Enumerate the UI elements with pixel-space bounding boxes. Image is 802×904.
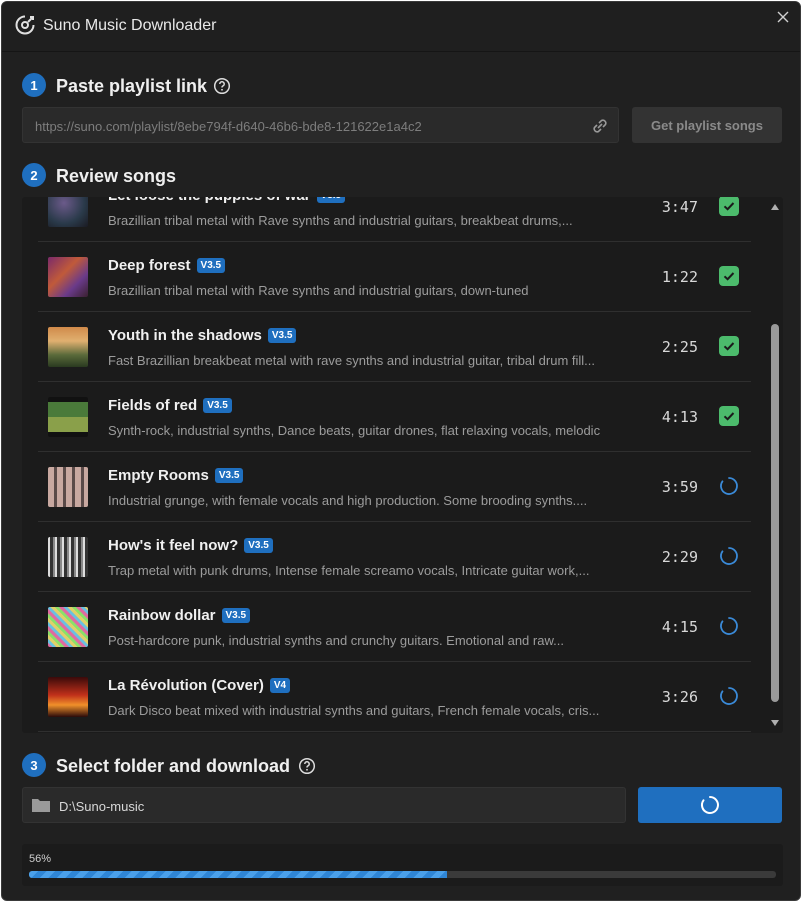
model-version-badge: V3.5: [316, 197, 346, 203]
song-title: Empty Rooms: [108, 467, 209, 484]
song-description: Brazillian tribal metal with Rave synths…: [108, 213, 573, 228]
song-thumbnail: [48, 677, 88, 717]
model-version-badge: V3.5: [221, 608, 251, 623]
scroll-thumb[interactable]: [771, 324, 779, 702]
app-logo-icon: [15, 15, 35, 35]
loading-spinner-icon: [700, 796, 719, 814]
song-title-line: Youth in the shadows V3.5: [108, 327, 297, 344]
close-icon[interactable]: [772, 6, 794, 28]
song-title: Fields of red: [108, 397, 198, 414]
playlist-url-value: https://suno.com/playlist/8ebe794f-d640-…: [35, 119, 422, 134]
title-bar: Suno Music Downloader: [2, 2, 800, 52]
song-row[interactable]: Let loose the puppies of war V3.5 Brazilli…: [38, 197, 751, 242]
song-list-panel: Let loose the puppies of war V3.5 Brazilli…: [22, 197, 783, 733]
song-row[interactable]: How's it feel now? V3.5 Trap metal with pu…: [38, 522, 751, 592]
song-description: Post-hardcore punk, industrial synths an…: [108, 633, 564, 648]
window-title: Suno Music Downloader: [43, 17, 217, 34]
step-1-number: 1: [22, 73, 46, 97]
check-icon: [719, 197, 739, 216]
song-title: How's it feel now?: [108, 537, 239, 554]
song-list: Let loose the puppies of war V3.5 Brazilli…: [38, 197, 751, 732]
folder-icon: [32, 799, 50, 812]
progress-panel: 56%: [22, 844, 783, 886]
step-3-number: 3: [22, 753, 46, 777]
song-thumbnail: [48, 397, 88, 437]
check-icon: [719, 266, 739, 286]
song-description: Fast Brazillian breakbeat metal with rav…: [108, 353, 595, 368]
step-2-number: 2: [22, 163, 46, 187]
song-row[interactable]: Rainbow dollar V3.5 Post-hardcore punk, in…: [38, 592, 751, 662]
song-title: Rainbow dollar: [108, 607, 216, 624]
song-duration: 1:22: [661, 268, 698, 286]
step-2-title: Review songs: [56, 166, 177, 186]
folder-path-value: D:\Suno-music: [59, 799, 145, 814]
download-button[interactable]: [638, 787, 782, 823]
song-row[interactable]: Youth in the shadows V3.5 Fast Brazillian …: [38, 312, 751, 382]
song-title-line: Let loose the puppies of war V3.5: [108, 197, 346, 204]
model-version-badge: V3.5: [267, 328, 297, 343]
model-version-badge: V3.5: [244, 538, 273, 553]
step-3-title: Select folder and download: [56, 756, 291, 776]
song-thumbnail: [48, 607, 88, 647]
loading-spinner-icon: [720, 547, 738, 565]
link-icon[interactable]: [588, 114, 612, 138]
check-icon: [719, 336, 739, 356]
song-title-line: How's it feel now? V3.5: [108, 537, 273, 554]
song-description: Trap metal with punk drums, Intense fema…: [108, 563, 590, 578]
playlist-url-input[interactable]: https://suno.com/playlist/8ebe794f-d640-…: [22, 107, 619, 143]
song-description: Dark Disco beat mixed with industrial sy…: [108, 703, 600, 718]
model-version-badge: V3.5: [196, 258, 226, 273]
folder-path-input[interactable]: D:\Suno-music: [22, 787, 626, 823]
song-thumbnail: [48, 197, 88, 227]
song-title-line: Empty Rooms V3.5: [108, 467, 244, 484]
song-duration: 3:59: [661, 478, 698, 496]
song-title-line: Rainbow dollar V3.5: [108, 607, 251, 624]
song-title-line: Deep forest V3.5: [108, 257, 226, 274]
progress-fill: [29, 871, 448, 878]
app-window: Suno Music Downloader 1 Paste playlist l…: [1, 1, 801, 901]
scroll-up-arrow-icon[interactable]: [771, 203, 779, 211]
model-version-badge: V4: [269, 678, 291, 693]
song-title: Youth in the shadows: [108, 327, 262, 344]
song-duration: 4:13: [661, 408, 698, 426]
song-title: Deep forest: [108, 257, 191, 274]
loading-spinner-icon: [720, 687, 738, 705]
check-icon: [719, 406, 739, 426]
song-list-scrollbar[interactable]: [768, 197, 782, 733]
song-thumbnail: [48, 537, 88, 577]
song-thumbnail: [48, 257, 88, 297]
progress-bar: [29, 871, 776, 878]
help-icon[interactable]: [213, 77, 231, 95]
song-row[interactable]: Deep forest V3.5 Brazillian tribal metal w…: [38, 242, 751, 312]
model-version-badge: V3.5: [214, 468, 244, 483]
song-duration: 3:47: [661, 198, 698, 216]
song-title-line: Fields of red V3.5: [108, 397, 232, 414]
progress-percent: 56%: [29, 853, 52, 865]
song-duration: 2:25: [661, 338, 698, 356]
song-duration: 2:29: [661, 548, 698, 566]
song-row[interactable]: Empty Rooms V3.5 Industrial grunge, with f…: [38, 452, 751, 522]
song-description: Brazillian tribal metal with Rave synths…: [108, 283, 529, 298]
get-playlist-songs-button[interactable]: Get playlist songs: [632, 107, 782, 143]
help-icon[interactable]: [298, 757, 316, 775]
song-title: Let loose the puppies of war: [108, 197, 311, 204]
song-row[interactable]: La Révolution (Cover) V4 Dark Disco beat m…: [38, 662, 751, 732]
song-title: La Révolution (Cover): [108, 677, 264, 694]
song-row[interactable]: Fields of red V3.5 Synth-rock, industrial …: [38, 382, 751, 452]
step-1-title: Paste playlist link: [56, 76, 208, 96]
loading-spinner-icon: [720, 617, 738, 635]
song-title-line: La Révolution (Cover) V4: [108, 677, 291, 694]
song-thumbnail: [48, 327, 88, 367]
song-description: Industrial grunge, with female vocals an…: [108, 493, 588, 508]
song-duration: 3:26: [661, 688, 698, 706]
song-duration: 4:15: [661, 618, 698, 636]
loading-spinner-icon: [720, 477, 738, 495]
song-description: Synth-rock, industrial synths, Dance bea…: [108, 423, 601, 438]
song-thumbnail: [48, 467, 88, 507]
scroll-down-arrow-icon[interactable]: [771, 719, 779, 727]
model-version-badge: V3.5: [203, 398, 232, 413]
